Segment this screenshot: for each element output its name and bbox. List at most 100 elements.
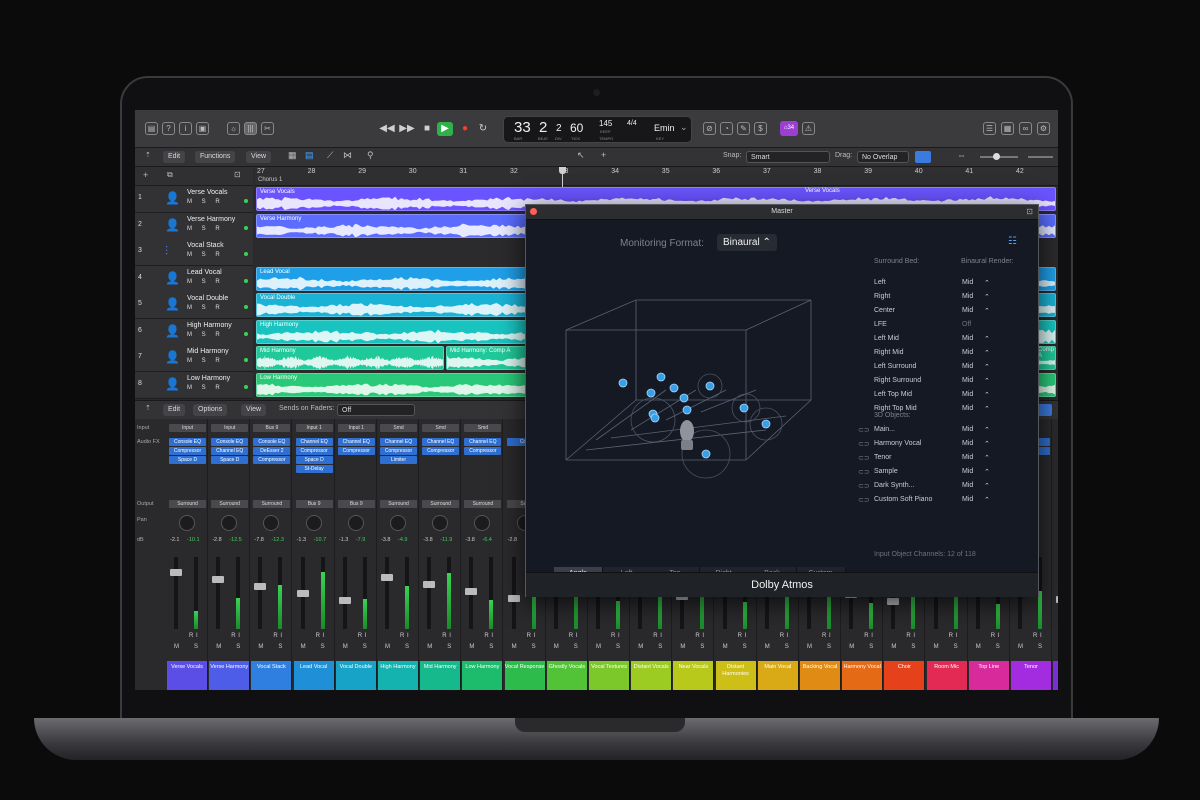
mute-button[interactable]: M	[638, 644, 643, 650]
chevron-updown-icon[interactable]: ⌃	[984, 482, 990, 490]
fader-thumb[interactable]	[338, 597, 351, 604]
channel-name[interactable]: Low Harmony	[462, 661, 503, 690]
record-enable-button[interactable]: R	[316, 633, 320, 639]
solo-button[interactable]: S	[278, 644, 282, 650]
record-enable-button[interactable]: R	[822, 633, 826, 639]
fader-thumb[interactable]	[381, 574, 393, 581]
settings-gear-icon[interactable]: ⚙	[1037, 122, 1050, 135]
record-enable-button[interactable]: R	[273, 633, 277, 639]
track-name[interactable]: Verse Harmony	[187, 216, 235, 223]
object-render-select[interactable]: Mid	[962, 496, 973, 503]
track-name[interactable]: High Harmony	[187, 322, 232, 329]
volume-fader[interactable]	[170, 557, 182, 629]
audio-fx-slot[interactable]: Compressor	[422, 447, 460, 455]
mute-button[interactable]: M	[1018, 644, 1023, 650]
mixer-view-menu[interactable]: View	[241, 404, 267, 416]
track-msr-buttons[interactable]: M S R	[187, 252, 224, 258]
mute-button[interactable]: M	[976, 644, 981, 650]
object-point[interactable]	[656, 372, 666, 382]
audio-fx-slot[interactable]: Compressor	[295, 447, 333, 455]
input-monitor-button[interactable]: I	[196, 633, 198, 639]
fader-thumb[interactable]	[170, 569, 182, 576]
object-render-select[interactable]: Mid	[962, 482, 973, 489]
record-enable-button[interactable]: R	[864, 633, 868, 639]
chevron-updown-icon[interactable]: ⌃	[984, 405, 990, 413]
pan-knob[interactable]	[179, 515, 195, 531]
audio-region[interactable]: Mid Harmony	[256, 346, 444, 370]
input-monitor-button[interactable]: I	[702, 633, 704, 639]
global-tracks-icon[interactable]: ⊡	[234, 170, 241, 179]
chevron-updown-icon[interactable]: ⌃	[984, 335, 990, 343]
audio-fx-slot[interactable]: DeEsser 2	[253, 447, 291, 455]
solo-button[interactable]: S	[869, 644, 873, 650]
mute-button[interactable]: M	[765, 644, 770, 650]
monitoring-format-select[interactable]: Binaural ⌃	[717, 234, 777, 251]
record-enable-button[interactable]: R	[991, 633, 995, 639]
bed-render-select[interactable]: Mid	[962, 335, 973, 342]
snap-toggle[interactable]	[915, 151, 931, 163]
volume-fader[interactable]	[381, 557, 393, 629]
input-monitor-button[interactable]: I	[871, 633, 873, 639]
ruler[interactable]: 2728293031323334353637383940414243Chorus…	[255, 167, 1058, 400]
channel-name[interactable]: Ghostly Vocals	[546, 661, 587, 690]
fader-thumb[interactable]	[212, 576, 225, 583]
bed-render-select[interactable]: Mid	[962, 279, 973, 286]
solo-button[interactable]: S	[616, 644, 620, 650]
volume-fader[interactable]	[254, 557, 267, 629]
mute-button[interactable]: M	[343, 644, 348, 650]
mute-button[interactable]: M	[385, 644, 390, 650]
channel-name[interactable]: Vocal Textures	[589, 661, 629, 690]
input-monitor-button[interactable]: I	[787, 633, 789, 639]
pan-knob[interactable]	[390, 515, 406, 531]
object-point[interactable]	[650, 413, 660, 423]
audio-fx-slot[interactable]: Limiter	[380, 456, 417, 464]
input-slot[interactable]: Smd	[380, 424, 417, 432]
input-monitor-button[interactable]: I	[618, 633, 620, 639]
channel-name[interactable]: Vocal Response	[504, 661, 545, 690]
audio-fx-slot[interactable]: Console EQ	[169, 438, 206, 446]
solo-button[interactable]: S	[911, 644, 915, 650]
chevron-updown-icon[interactable]: ⌃	[984, 426, 990, 434]
input-slot[interactable]: Smd	[464, 424, 502, 432]
record-enable-button[interactable]: R	[442, 633, 446, 639]
record-enable-button[interactable]: R	[189, 633, 193, 639]
loop-browser-icon[interactable]: ∞	[1019, 122, 1032, 135]
back-arrow-icon[interactable]: ⇡	[145, 404, 151, 412]
mixer-icon[interactable]: |||	[244, 122, 257, 135]
channel-name[interactable]: Verse Vocals	[167, 661, 207, 690]
note-pad-icon[interactable]: ▦	[1001, 122, 1014, 135]
input-monitor-button[interactable]: I	[913, 633, 915, 639]
drag-select[interactable]: No Overlap	[857, 151, 909, 163]
input-monitor-button[interactable]: I	[534, 633, 536, 639]
track-header[interactable]: 1 👤 Verse Vocals M S R	[135, 186, 253, 213]
chevron-updown-icon[interactable]: ⌃	[984, 440, 990, 448]
record-button[interactable]: ●	[457, 122, 473, 136]
channel-name[interactable]: Choir	[884, 661, 925, 690]
record-enable-button[interactable]: R	[569, 633, 573, 639]
record-enable-button[interactable]: R	[906, 633, 910, 639]
channel-name[interactable]: Distant Harmonies	[715, 661, 756, 690]
input-monitor-button[interactable]: I	[407, 633, 409, 639]
count-in-icon[interactable]: $	[754, 122, 767, 135]
solo-button[interactable]: S	[700, 644, 704, 650]
channel-name[interactable]: Mid Harmony	[420, 661, 461, 690]
audio-fx-slot[interactable]: Compressor	[464, 447, 502, 455]
user-icon[interactable]: ⚠	[802, 122, 815, 135]
object-render-select[interactable]: Mid	[962, 440, 973, 447]
volume-fader[interactable]	[465, 557, 478, 629]
link-icon[interactable]: ⊂⊃	[858, 454, 870, 462]
chevron-updown-icon[interactable]: ⌃	[984, 293, 990, 301]
library-icon[interactable]: ▤	[145, 122, 158, 135]
mute-button[interactable]: M	[849, 644, 854, 650]
plugin-menu-icon[interactable]: ⊡	[1026, 205, 1033, 219]
track-name[interactable]: Vocal Double	[187, 295, 228, 302]
bed-render-select[interactable]: Off	[962, 321, 971, 328]
mute-button[interactable]: M	[723, 644, 728, 650]
chevron-updown-icon[interactable]: ⌃	[984, 377, 990, 385]
pan-knob[interactable]	[263, 515, 280, 531]
duplicate-track-icon[interactable]: ⧉	[167, 170, 173, 180]
replace-icon[interactable]: ⊘	[703, 122, 716, 135]
bed-render-select[interactable]: Mid	[962, 377, 973, 384]
chevron-updown-icon[interactable]: ⌃	[984, 391, 990, 399]
solo-button[interactable]: S	[405, 644, 409, 650]
